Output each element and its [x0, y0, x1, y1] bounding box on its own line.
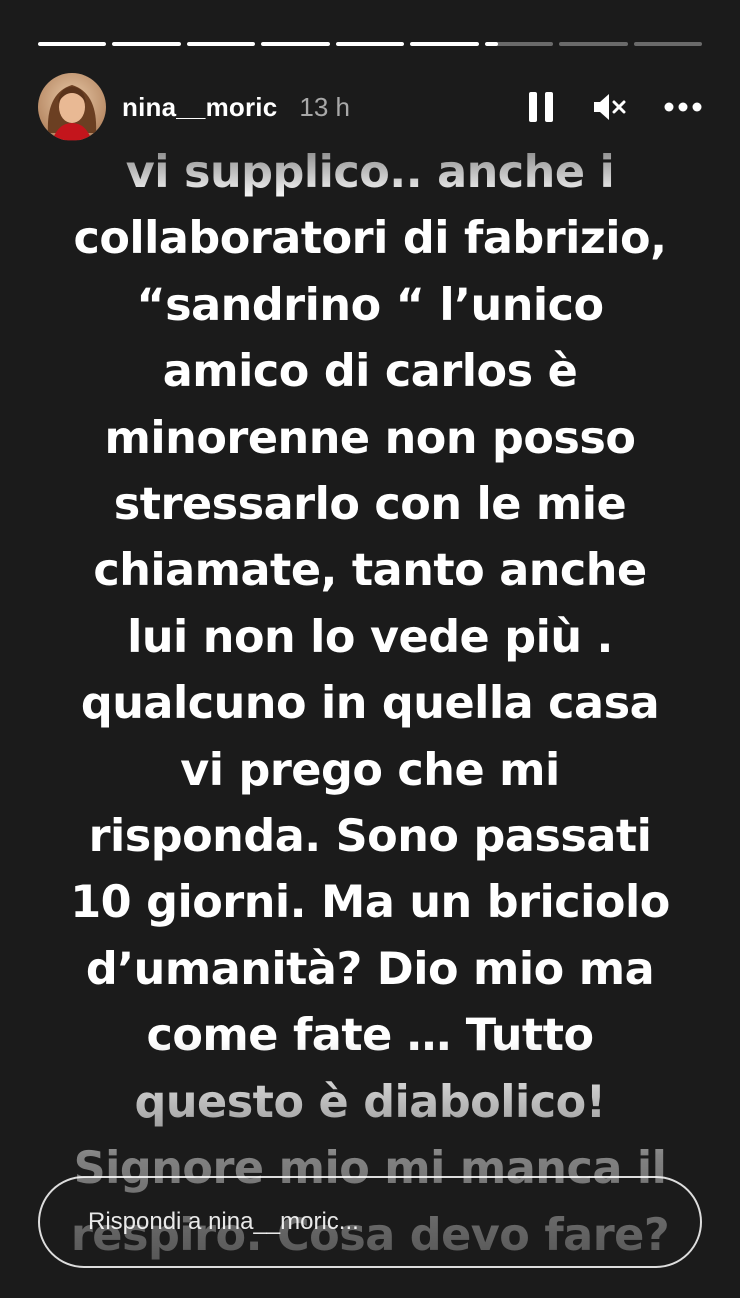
progress-segment — [186, 42, 256, 46]
story-text-line: stressarlo con le mie — [113, 479, 627, 531]
story-text-line: risponda. Sono passati — [88, 811, 652, 863]
avatar[interactable] — [38, 73, 106, 141]
progress-segment — [112, 42, 181, 46]
story-text-line: come fate … Tutto — [146, 1010, 594, 1062]
story-viewer: nina__moric 13 h vi supplico.. anche i c… — [0, 0, 740, 1298]
pause-button[interactable] — [528, 91, 554, 123]
story-header: nina__moric 13 h — [38, 72, 702, 142]
story-text-line: vi supplico.. anche i — [125, 147, 615, 198]
progress-segment — [410, 42, 479, 46]
story-text-line: questo è diabolico! — [134, 1076, 606, 1128]
progress-fill — [484, 42, 499, 46]
story-text-line: chiamate, tanto anche — [93, 545, 647, 597]
progress-segment — [335, 42, 405, 46]
story-text: vi supplico.. anche i collaboratori di fa… — [20, 140, 720, 1269]
story-text-line: 10 giorni. Ma un briciolo — [70, 877, 670, 929]
story-text-line: amico di carlos è — [162, 346, 578, 398]
progress-segment — [261, 42, 330, 46]
progress-segment — [633, 42, 702, 46]
pause-icon — [529, 92, 553, 122]
speaker-muted-icon — [594, 94, 626, 120]
reply-input[interactable] — [86, 1207, 700, 1237]
more-dots-icon — [664, 102, 702, 112]
progress-fill — [112, 42, 181, 46]
story-text-line: qualcuno in quella casa — [80, 678, 660, 730]
progress-fill — [38, 42, 107, 46]
progress-segment — [484, 42, 554, 46]
progress-segment — [38, 42, 107, 46]
story-progress-bar — [38, 42, 702, 46]
mute-button[interactable] — [592, 92, 626, 122]
story-text-line: collaboratori di fabrizio, — [73, 213, 667, 265]
reply-bar[interactable] — [38, 1176, 702, 1268]
more-options-button[interactable] — [664, 102, 702, 112]
story-controls — [528, 91, 702, 123]
story-text-line: lui non lo vede più . — [127, 611, 613, 663]
progress-segment — [559, 42, 628, 46]
progress-fill — [335, 42, 405, 46]
story-text-line: “sandrino “ l’unico — [136, 279, 604, 331]
avatar-image — [38, 73, 106, 141]
progress-fill — [261, 42, 330, 46]
story-text-line: minorenne non posso — [104, 412, 636, 464]
story-text-line: d’umanità? Dio mio ma — [85, 943, 655, 995]
story-text-line: vi prego che mi — [180, 744, 560, 796]
progress-fill — [410, 42, 479, 46]
progress-fill — [186, 42, 256, 46]
username[interactable]: nina__moric — [122, 92, 277, 123]
post-time: 13 h — [299, 91, 350, 122]
